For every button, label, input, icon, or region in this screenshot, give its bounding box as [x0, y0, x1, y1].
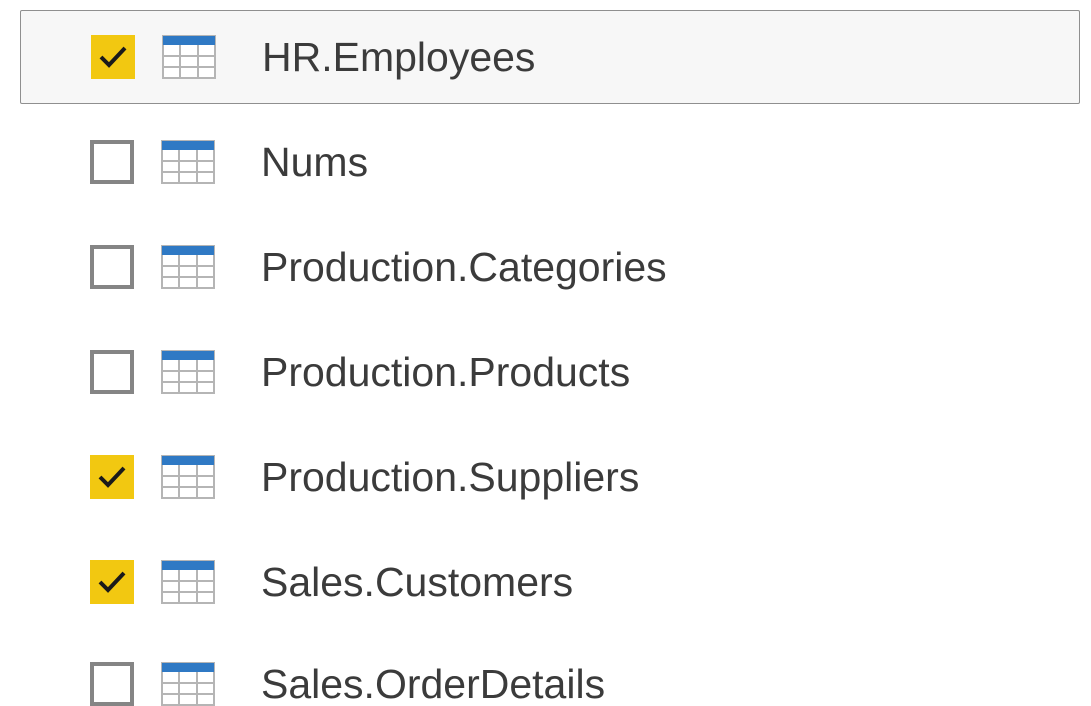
- table-name: Sales.OrderDetails: [261, 660, 606, 706]
- checkbox[interactable]: [90, 140, 134, 184]
- list-item[interactable]: Production.Suppliers: [20, 430, 1080, 524]
- table-icon: [161, 560, 215, 604]
- table-name: Production.Suppliers: [261, 453, 640, 500]
- navigator-table-list: HR.Employees Nums Production.Categories: [0, 0, 1091, 706]
- list-item[interactable]: Sales.Customers: [20, 535, 1080, 629]
- table-name: Nums: [261, 138, 369, 185]
- list-item[interactable]: Production.Categories: [20, 220, 1080, 314]
- table-name: Sales.Customers: [261, 558, 574, 605]
- list-item[interactable]: Production.Products: [20, 325, 1080, 419]
- table-icon: [161, 140, 215, 184]
- checkmark-icon: [99, 46, 127, 68]
- checkbox[interactable]: [90, 455, 134, 499]
- checkbox[interactable]: [90, 560, 134, 604]
- list-item[interactable]: HR.Employees: [20, 10, 1080, 104]
- checkbox[interactable]: [90, 350, 134, 394]
- table-name: Production.Products: [261, 348, 631, 395]
- checkmark-icon: [98, 466, 126, 488]
- checkmark-icon: [98, 571, 126, 593]
- checkbox[interactable]: [90, 245, 134, 289]
- list-item[interactable]: Nums: [20, 115, 1080, 209]
- table-name: Production.Categories: [261, 243, 667, 290]
- checkbox[interactable]: [91, 35, 135, 79]
- table-icon: [161, 245, 215, 289]
- table-name: HR.Employees: [262, 33, 536, 80]
- checkbox[interactable]: [90, 662, 134, 706]
- table-icon: [162, 35, 216, 79]
- table-icon: [161, 455, 215, 499]
- table-icon: [161, 350, 215, 394]
- table-icon: [161, 662, 215, 706]
- list-item[interactable]: Sales.OrderDetails: [20, 637, 1080, 706]
